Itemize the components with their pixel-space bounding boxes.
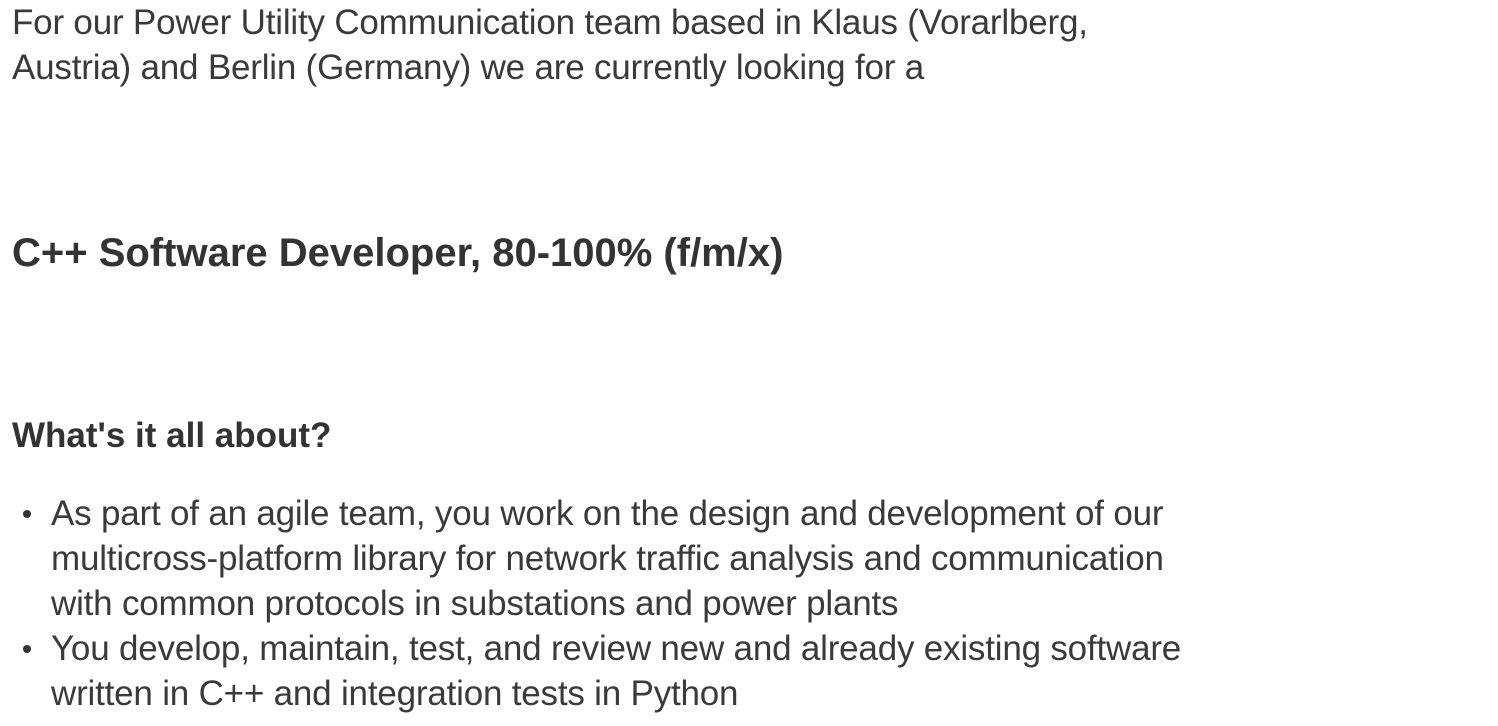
list-item-line: You develop, maintain, test, and review … <box>51 629 1182 668</box>
list-item-line: with common protocols in substations and… <box>51 584 899 623</box>
list-item-line: multicross-platform library for network … <box>51 539 1164 578</box>
bullet-icon <box>23 510 31 518</box>
list-item-line: written in C++ and integration tests in … <box>51 674 739 713</box>
section-heading: What's it all about? <box>12 416 332 455</box>
responsibilities-list: As part of an agile team, you work on th… <box>12 491 1302 716</box>
list-item: You develop, maintain, test, and review … <box>12 626 1302 716</box>
intro-paragraph: For our Power Utility Communication team… <box>12 0 1192 90</box>
job-title: C++ Software Developer, 80-100% (f/m/x) <box>12 231 784 275</box>
intro-line-2: Austria) and Berlin (Germany) we are cur… <box>12 48 924 87</box>
bullet-icon <box>23 645 31 653</box>
job-posting: For our Power Utility Communication team… <box>12 0 1312 713</box>
list-item: As part of an agile team, you work on th… <box>12 491 1302 626</box>
intro-line-1: For our Power Utility Communication team… <box>12 3 1088 42</box>
list-item-line: As part of an agile team, you work on th… <box>51 494 1164 533</box>
